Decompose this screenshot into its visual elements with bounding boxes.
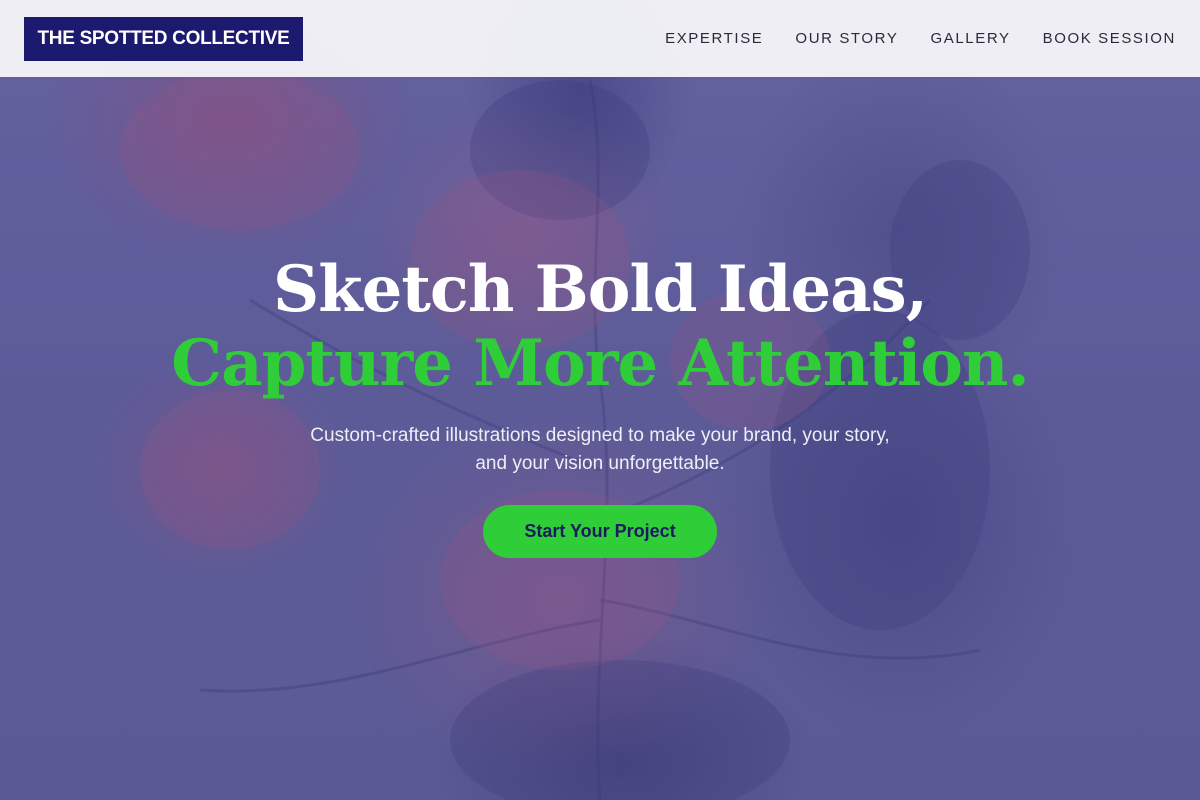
site-logo[interactable]: THE SPOTTED COLLECTIVE [24, 16, 303, 61]
hero-headline-line1: Sketch Bold Ideas, [273, 252, 928, 327]
hero-subtitle: Custom-crafted illustrations designed to… [0, 422, 1200, 478]
nav-link-gallery[interactable]: GALLERY [930, 30, 1010, 47]
start-project-button[interactable]: Start Your Project [483, 505, 717, 558]
hero-subtitle-line1: Custom-crafted illustrations designed to… [310, 425, 890, 446]
nav-link-expertise[interactable]: EXPERTISE [665, 30, 763, 47]
main-nav: EXPERTISE OUR STORY GALLERY BOOK SESSION [633, 30, 1176, 47]
hero-headline: Sketch Bold Ideas, Capture More Attentio… [0, 253, 1200, 401]
nav-link-book-session[interactable]: BOOK SESSION [1043, 30, 1176, 47]
hero-headline-line2: Capture More Attention. [171, 326, 1030, 401]
nav-link-our-story[interactable]: OUR STORY [795, 30, 898, 47]
site-header: THE SPOTTED COLLECTIVE EXPERTISE OUR STO… [0, 0, 1200, 77]
hero-subtitle-line2: and your vision unforgettable. [475, 453, 725, 474]
hero-section: Sketch Bold Ideas, Capture More Attentio… [0, 77, 1200, 800]
